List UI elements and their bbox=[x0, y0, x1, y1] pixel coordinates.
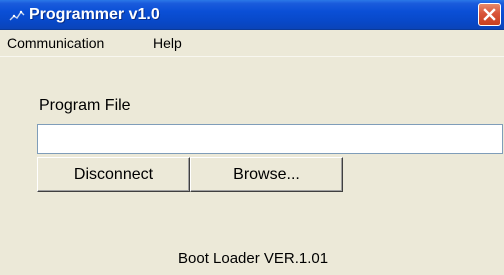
status-text: Boot Loader VER.1.01 bbox=[178, 250, 329, 267]
browse-button[interactable]: Browse... bbox=[190, 157, 343, 192]
close-button[interactable] bbox=[478, 3, 501, 26]
window-title: Programmer v1.0 bbox=[29, 6, 160, 23]
menu-help[interactable]: Help bbox=[153, 35, 182, 51]
program-file-label: Program File bbox=[39, 97, 131, 114]
program-file-input[interactable] bbox=[37, 124, 503, 154]
app-icon bbox=[9, 9, 25, 21]
disconnect-button[interactable]: Disconnect bbox=[37, 157, 190, 192]
close-icon bbox=[483, 8, 496, 21]
title-bar[interactable]: Programmer v1.0 bbox=[0, 0, 504, 30]
menu-communication[interactable]: Communication bbox=[7, 35, 104, 51]
menu-bar: Communication Help bbox=[0, 30, 504, 57]
